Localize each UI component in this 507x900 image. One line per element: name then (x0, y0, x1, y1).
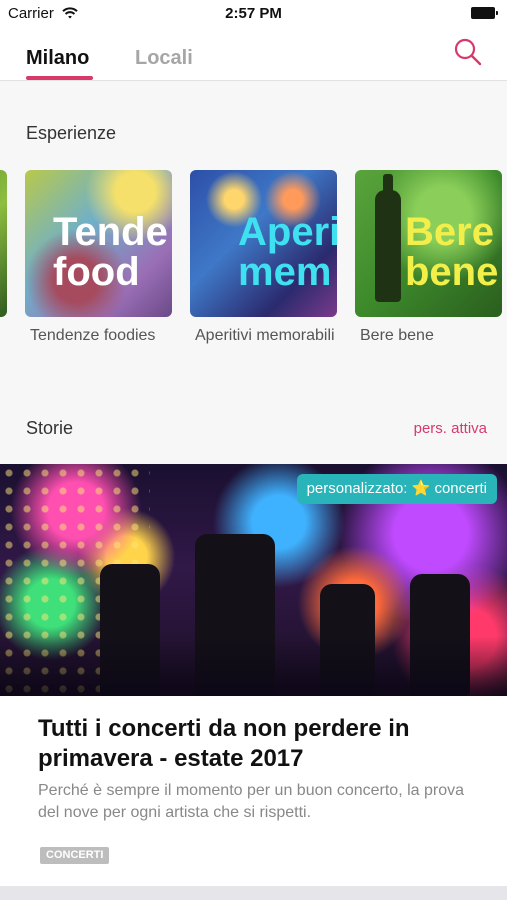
personalized-badge: personalizzato: ⭐ concerti (296, 474, 497, 504)
card-label-bere-bene[interactable]: Bere bene (360, 326, 500, 346)
card-overlay-text: Aperi mem (238, 210, 337, 294)
story-description: Perché è sempre il momento per un buon c… (38, 782, 465, 821)
card-label-aperitivi[interactable]: Aperitivi memorabili (195, 326, 335, 346)
bottle-image (375, 174, 401, 302)
experience-card-bere-bene[interactable]: Bere bene (355, 170, 502, 317)
search-icon[interactable] (451, 36, 485, 70)
card-overlay-text: Bere bene (405, 210, 499, 294)
status-bar: Carrier 2:57 PM (0, 0, 507, 28)
card-overlay-text: Tende food (53, 210, 168, 294)
active-tab-indicator (26, 76, 93, 80)
section-title-esperienze: Esperienze (26, 123, 117, 143)
tab-milano[interactable]: Milano (26, 47, 89, 70)
section-title-storie: Storie (26, 418, 74, 438)
tab-locali[interactable]: Locali (135, 47, 193, 70)
category-tag[interactable]: CONCERTI (40, 847, 110, 864)
pers-attiva-link[interactable]: pers. attiva (414, 420, 487, 437)
divider (0, 886, 507, 900)
experience-card-partial[interactable] (0, 170, 7, 317)
top-nav: Milano Locali (0, 28, 507, 81)
content: Esperienze Tende food Tendenze foodies Ap… (0, 81, 507, 900)
story-title[interactable]: Tutti i concerti da non perdere in prima… (38, 714, 478, 774)
battery-icon (471, 7, 499, 19)
story-card[interactable]: Tutti i concerti da non perdere in prima… (0, 696, 507, 886)
card-label-tendenze[interactable]: Tendenze foodies (30, 326, 170, 346)
experience-card-tendenze[interactable]: Tende food (25, 170, 172, 317)
experience-card-aperitivi[interactable]: Aperi mem (190, 170, 337, 317)
clock: 2:57 PM (225, 5, 282, 22)
story-hero-image[interactable]: personalizzato: ⭐ concerti (0, 464, 507, 696)
